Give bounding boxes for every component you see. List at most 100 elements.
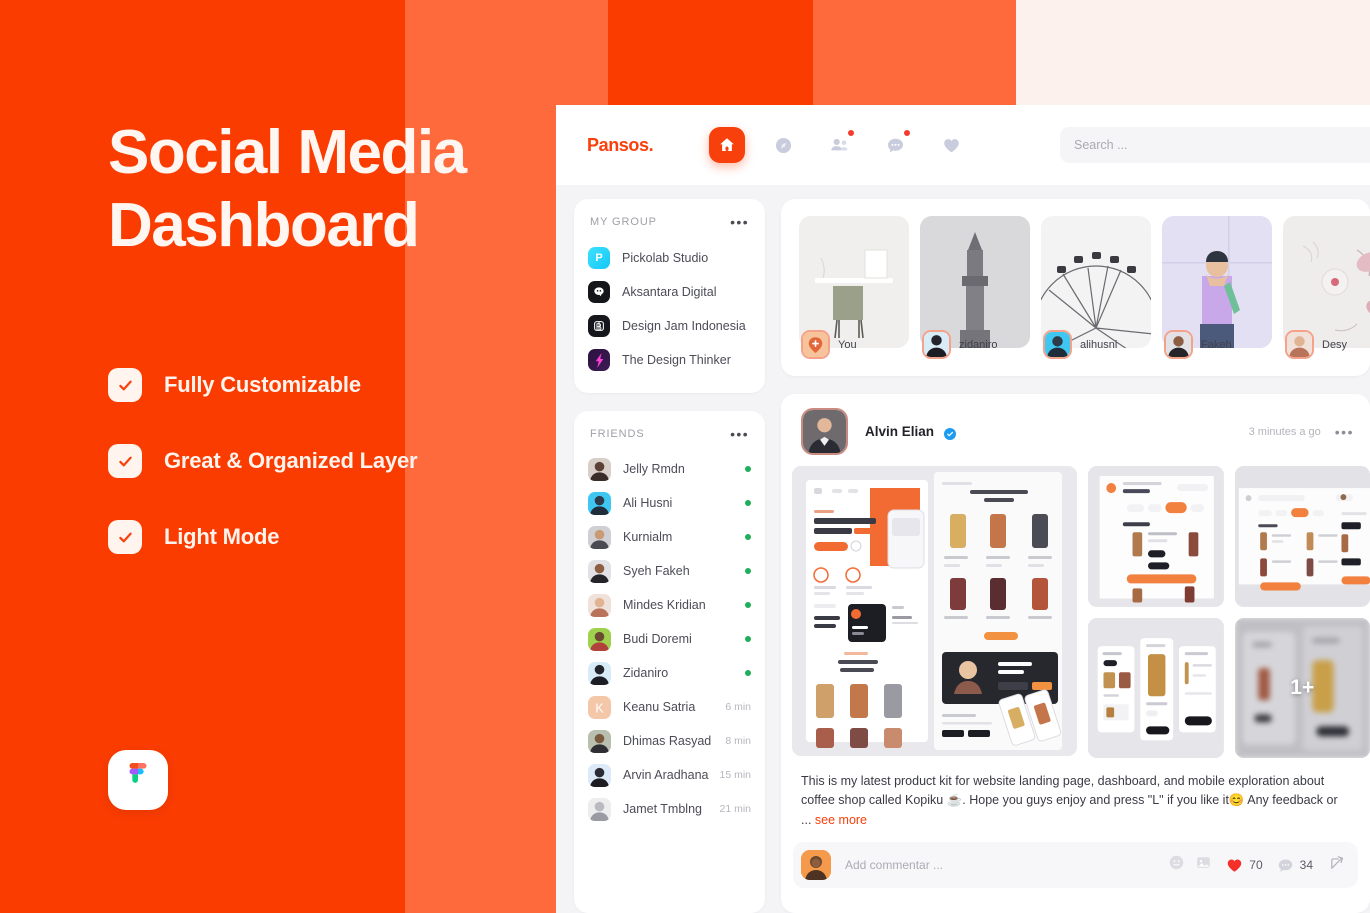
heart-icon xyxy=(1228,859,1242,872)
share-icon[interactable] xyxy=(1329,854,1346,876)
friend-item[interactable]: Kurnialm xyxy=(588,520,751,554)
color-band-5 xyxy=(1016,0,1370,105)
post-image-thumb[interactable] xyxy=(1088,617,1224,758)
nav-home[interactable] xyxy=(709,127,746,163)
search-bar[interactable]: Search ... xyxy=(1060,127,1370,163)
nav-friends-badge xyxy=(847,129,856,137)
post-image-thumb[interactable] xyxy=(1088,466,1224,607)
friend-item[interactable]: Ali Husni xyxy=(588,486,751,520)
brand-name: Pansos xyxy=(587,134,649,155)
friend-item[interactable]: Mindes Kridian xyxy=(588,588,751,622)
app-window: Pansos. Search ... MY GROUP ••• P Pickol… xyxy=(556,105,1370,913)
post-menu-button[interactable]: ••• xyxy=(1335,424,1354,440)
friend-item[interactable]: Jelly Rmdn xyxy=(588,452,751,486)
story-footer: Desy xyxy=(1283,330,1370,359)
friends-title: FRIENDS xyxy=(590,428,645,440)
image-icon[interactable] xyxy=(1195,854,1212,876)
check-icon xyxy=(108,368,142,402)
my-group-title: MY GROUP xyxy=(590,216,657,228)
online-indicator xyxy=(745,534,751,540)
friend-item[interactable]: Arvin Aradhana 15 min xyxy=(588,758,751,792)
search-input[interactable]: Search ... xyxy=(1074,138,1128,152)
post-image-thumb[interactable] xyxy=(1234,466,1370,607)
nav-messages[interactable] xyxy=(877,127,913,163)
avatar xyxy=(588,797,611,821)
post-image-main[interactable] xyxy=(792,466,1077,756)
check-icon xyxy=(108,520,142,554)
story-image[interactable] xyxy=(1162,216,1272,348)
svg-text:K: K xyxy=(595,701,604,715)
story-item[interactable]: zidaniro xyxy=(920,216,1030,359)
story-image[interactable] xyxy=(920,216,1030,348)
chat-icon xyxy=(887,138,903,153)
friend-item[interactable]: Jamet Tmblng 21 min xyxy=(588,792,751,826)
add-story-button[interactable] xyxy=(801,330,830,359)
avatar xyxy=(588,457,611,481)
friend-item[interactable]: Budi Doremi xyxy=(588,622,751,656)
stories-card: You zidaniro alihusni Fakeh Desy xyxy=(781,199,1370,376)
check-icon xyxy=(108,444,142,478)
story-item[interactable]: Fakeh xyxy=(1162,216,1272,359)
group-item[interactable]: Design Jam Indonesia xyxy=(588,309,751,343)
emoji-icon[interactable] xyxy=(1168,854,1185,876)
my-group-header: MY GROUP ••• xyxy=(574,199,765,238)
feature-item: Fully Customizable xyxy=(108,368,417,402)
nav-likes[interactable] xyxy=(933,127,969,163)
color-band-3 xyxy=(608,0,813,105)
people-icon xyxy=(831,138,848,151)
friend-item[interactable]: Syeh Fakeh xyxy=(588,554,751,588)
post-card: Alvin Elian 3 minutes a go ••• 1+ This i… xyxy=(781,394,1370,913)
like-stat[interactable]: 70 xyxy=(1226,857,1263,874)
avatar xyxy=(1164,330,1193,359)
friend-name: Budi Doremi xyxy=(623,632,692,646)
friend-name: Ali Husni xyxy=(623,496,673,510)
group-item[interactable]: P Pickolab Studio xyxy=(588,241,751,275)
post-gallery: 1+ xyxy=(781,455,1370,758)
group-item-label: Design Jam Indonesia xyxy=(622,319,746,333)
online-indicator xyxy=(745,670,751,676)
avatar xyxy=(1285,330,1314,359)
friend-name: Kurnialm xyxy=(623,530,673,544)
last-seen: 8 min xyxy=(725,735,751,747)
group-item[interactable]: Aksantara Digital xyxy=(588,275,751,309)
nav-friends[interactable] xyxy=(821,127,857,163)
app-body: MY GROUP ••• P Pickolab Studio Aksantara… xyxy=(556,185,1370,913)
figma-logo-icon xyxy=(129,763,147,783)
comment-icon xyxy=(1278,859,1292,872)
story-name: Desy xyxy=(1322,338,1348,351)
story-item[interactable]: Desy xyxy=(1283,216,1370,359)
online-indicator xyxy=(745,466,751,472)
post-image-thumb-more[interactable]: 1+ xyxy=(1234,617,1370,758)
avatar xyxy=(922,330,951,359)
friend-item[interactable]: Dhimas Rasyad 8 min xyxy=(588,724,751,758)
avatar xyxy=(588,729,611,753)
group-item[interactable]: The Design Thinker xyxy=(588,343,751,377)
my-group-menu-button[interactable]: ••• xyxy=(730,215,749,229)
like-count: 70 xyxy=(1249,858,1263,873)
see-more-link[interactable]: see more xyxy=(815,813,867,827)
story-image[interactable] xyxy=(799,216,909,348)
friend-name: Dhimas Rasyad xyxy=(623,734,712,748)
sidebar: MY GROUP ••• P Pickolab Studio Aksantara… xyxy=(574,199,765,913)
comment-stat[interactable]: 34 xyxy=(1277,857,1313,874)
nav-explore[interactable] xyxy=(765,127,801,163)
story-footer: Fakeh xyxy=(1162,330,1272,359)
friend-item[interactable]: Zidaniro xyxy=(588,656,751,690)
group-item-label: Aksantara Digital xyxy=(622,285,717,299)
comment-input[interactable]: Add commentar ... xyxy=(845,858,1158,872)
page-title: Social Media Dashboard xyxy=(108,116,538,262)
comment-bar: Add commentar ... 70 34 xyxy=(793,842,1358,889)
friends-menu-button[interactable]: ••• xyxy=(730,427,749,441)
friends-header: FRIENDS ••• xyxy=(574,411,765,450)
app-logo[interactable]: Pansos. xyxy=(587,134,654,156)
avatar[interactable] xyxy=(801,408,848,455)
friend-name: Mindes Kridian xyxy=(623,598,706,612)
story-item[interactable]: alihusni xyxy=(1041,216,1151,359)
story-image[interactable] xyxy=(1041,216,1151,348)
avatar xyxy=(588,627,611,651)
story-image[interactable] xyxy=(1283,216,1370,348)
story-name: You xyxy=(838,338,857,351)
post-gallery-thumbs: 1+ xyxy=(1088,466,1370,758)
friend-item[interactable]: K Keanu Satria 6 min xyxy=(588,690,751,724)
story-item[interactable]: You xyxy=(799,216,909,359)
